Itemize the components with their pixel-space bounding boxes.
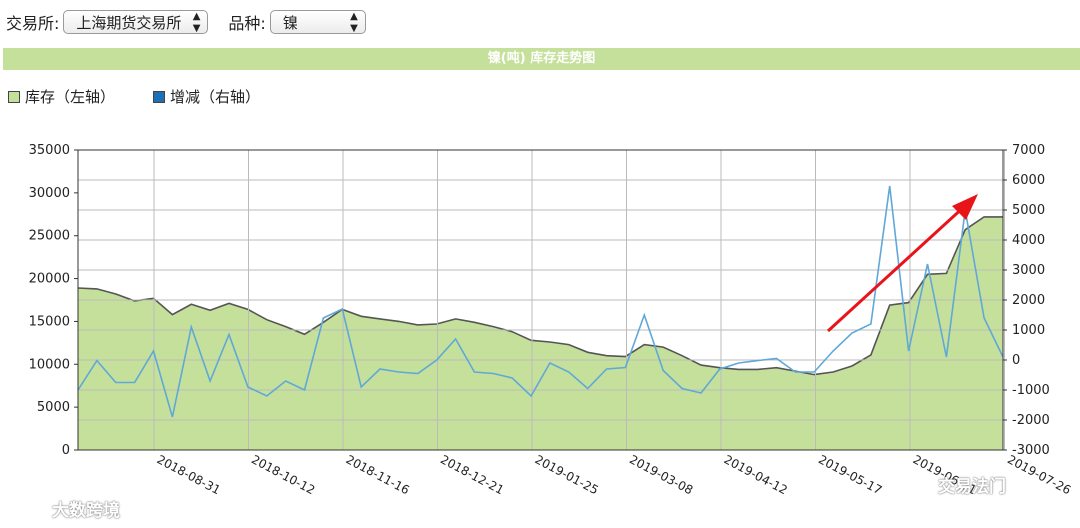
y-right-tick-label: 4000 — [1012, 233, 1045, 248]
y-right-tick-label: 2000 — [1012, 293, 1045, 308]
y-left-tick-label: 15000 — [29, 314, 70, 329]
x-tick-label: 2018-10-12 — [249, 452, 317, 497]
watermark-right: 交易法门 — [938, 477, 1006, 497]
x-tick-label: 2019-03-08 — [627, 452, 695, 497]
y-right-tick-label: 0 — [1012, 353, 1020, 368]
y-left-tick-label: 10000 — [29, 357, 70, 372]
y-right-tick-label: 3000 — [1012, 263, 1045, 278]
x-tick-label: 2018-11-16 — [344, 452, 412, 497]
x-tick-label: 2019-04-12 — [722, 452, 790, 497]
y-left-tick-label: 5000 — [37, 400, 70, 415]
inventory-chart: 2018-08-31 2018-10-12 2018-11-16 2018-12-21… — [29, 143, 1074, 497]
y-right-tick-label: -1000 — [1012, 383, 1050, 398]
x-tick-label: 2018-08-31 — [155, 452, 223, 497]
y-right-tick-label: 7000 — [1012, 143, 1045, 158]
x-tick-label: 2019-07-26 — [1005, 452, 1073, 497]
y-left-tick-label: 25000 — [29, 229, 70, 244]
x-tick-label: 2019-01-25 — [533, 452, 601, 497]
x-tick-label: 2018-12-21 — [438, 452, 506, 497]
y-left-tick-label: 0 — [62, 443, 70, 458]
y-left-tick-label: 30000 — [29, 186, 70, 201]
y-right-tick-label: 5000 — [1012, 203, 1045, 218]
y-left-tick-label: 20000 — [29, 272, 70, 287]
inventory-area — [78, 216, 1003, 450]
y-left-tick-label: 35000 — [29, 143, 70, 158]
y-right-tick-label: 6000 — [1012, 173, 1045, 188]
y-right-tick-label: -3000 — [1012, 443, 1050, 458]
x-tick-label: 2019-05-17 — [816, 452, 884, 497]
y-right-tick-label: 1000 — [1012, 323, 1045, 338]
y-right-tick-label: -2000 — [1012, 413, 1050, 428]
watermark-left: 大数跨境 — [52, 501, 120, 521]
